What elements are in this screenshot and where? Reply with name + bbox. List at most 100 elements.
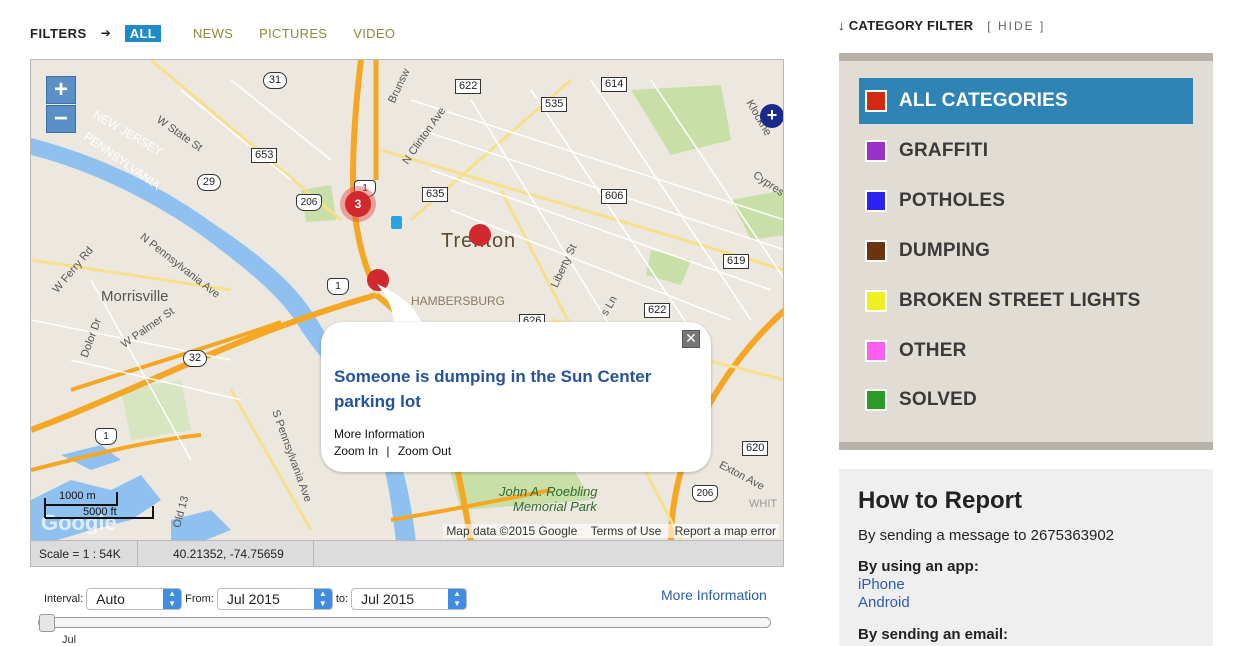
route-shield: 29 [197,174,221,191]
scale-bar: 1000 m 5000 ft [43,490,155,522]
route-shield: 653 [251,148,278,163]
category-filter-panel: ALL CATEGORIES GRAFFITI POTHOLES DUMPING… [839,53,1213,450]
category-label: DUMPING [899,240,991,261]
route-shield: 206 [692,485,718,502]
popup-links: More Information Zoom In | Zoom Out [334,426,451,460]
how-to-report-panel: How to Report By sending a message to 26… [839,469,1213,646]
tab-pictures[interactable]: PICTURES [259,26,327,41]
status-divider [137,541,138,566]
to-label: to: [335,593,349,605]
status-divider [313,541,314,566]
category-item-all[interactable]: ALL CATEGORIES [859,78,1193,124]
report-map-error-link[interactable]: Report a map error [675,524,776,538]
select-arrows-icon: ▲ ▼ [163,589,182,609]
map-status-bar: Scale = 1 : 54K 40.21352, -74.75659 [30,541,784,567]
category-item-solved[interactable]: SOLVED [859,377,1193,423]
category-filter-title: CATEGORY FILTER [848,18,974,33]
marker-cluster[interactable]: 3 [340,186,376,222]
map-attribution: Map data ©2015 Google Terms of Use Repor… [443,524,779,538]
more-information-link[interactable]: More Information [661,587,767,603]
time-slider[interactable] [38,614,771,632]
area-label-hambersburg: HAMBERSBURG [411,294,506,308]
route-shield: 206 [296,194,322,211]
map-marker[interactable] [469,224,491,246]
map[interactable]: + − Trenton Morrisville HAMBERSBURG NEW … [30,59,784,541]
category-swatch [865,389,887,411]
hide-category-filter-button[interactable]: [ HIDE ] [987,19,1045,33]
select-arrows-icon: ▲ ▼ [313,589,332,609]
route-shield: 32 [183,350,207,367]
filter-bar: FILTERS ➔ ALL NEWS PICTURES VIDEO [30,24,421,42]
popup-separator: | [386,444,390,458]
park-label-line1: John A. Roebling [499,484,598,499]
category-label: POTHOLES [899,190,1006,211]
transit-icon [391,216,402,229]
interval-select[interactable]: Auto ▲ ▼ [86,588,183,610]
category-swatch [865,140,887,162]
close-icon[interactable]: ✕ [682,330,700,348]
from-label: From: [185,593,214,605]
category-label: ALL CATEGORIES [899,90,1068,111]
category-label: SOLVED [899,389,977,410]
city-label-morrisville: Morrisville [101,288,169,305]
slider-handle[interactable] [39,614,55,632]
map-coordinates-readout: 40.21352, -74.75659 [173,547,284,561]
scale-feet: 5000 ft [83,506,117,518]
iphone-app-link[interactable]: iPhone [858,576,1194,594]
zoom-in-button[interactable]: + [46,76,76,104]
info-popup: ✕ Someone is dumping in the Sun Center p… [321,322,711,472]
route-shield: 622 [455,79,482,94]
sms-instructions: By sending a message to 2675363902 [858,527,1115,544]
app-heading: By using an app: [858,558,979,575]
street-label: WHIT [749,498,778,510]
android-app-link[interactable]: Android [858,594,1194,612]
slider-tick-label: Jul [62,634,77,646]
interval-value: Auto [96,591,125,607]
map-data-credit: Map data ©2015 Google [446,524,578,538]
tab-news[interactable]: NEWS [193,26,233,41]
category-label: GRAFFITI [899,140,989,161]
scale-meters: 1000 m [59,490,96,502]
route-shield: 635 [422,187,449,202]
interval-label: Interval: [44,593,84,605]
arrow-down-icon: ↓ [838,18,845,33]
category-item-graffiti[interactable]: GRAFFITI [859,128,1193,174]
how-to-report-title: How to Report [858,487,1022,514]
tab-all[interactable]: ALL [124,24,161,42]
map-scale-readout: Scale = 1 : 54K [39,547,121,561]
route-shield: 620 [742,441,769,456]
email-heading: By sending an email: [858,626,1009,643]
category-swatch [865,340,887,362]
category-item-potholes[interactable]: POTHOLES [859,178,1193,224]
park-label-line2: Memorial Park [513,499,597,514]
interstate-shield: 1 [327,278,349,295]
tab-video[interactable]: VIDEO [353,26,395,41]
select-arrows-icon: ▲ ▼ [448,589,467,609]
interval-controls: Interval: Auto ▲ ▼ From: Jul 2015 ▲ ▼ to: … [44,588,470,610]
category-item-broken-street-lights[interactable]: BROKEN STREET LIGHTS [859,278,1193,324]
popup-more-info-link[interactable]: More Information [334,427,425,441]
route-shield: 31 [263,72,287,89]
terms-of-use-link[interactable]: Terms of Use [591,524,662,538]
category-item-other[interactable]: OTHER [859,328,1193,374]
to-date-select[interactable]: Jul 2015 ▲ ▼ [351,588,468,610]
route-shield: 619 [723,254,750,269]
route-shield: 614 [601,77,628,92]
from-date-value: Jul 2015 [226,591,280,607]
route-shield: 606 [601,189,628,204]
category-swatch [865,190,887,212]
popup-zoom-in-link[interactable]: Zoom In [334,444,378,458]
interstate-shield: 1 [95,428,117,445]
route-shield: 535 [541,97,568,112]
cluster-count: 3 [345,191,371,217]
plus-icon[interactable]: + [760,104,783,128]
category-filter-heading: ↓ CATEGORY FILTER [ HIDE ] [838,18,1045,33]
popup-zoom-out-link[interactable]: Zoom Out [398,444,451,458]
to-date-value: Jul 2015 [361,591,415,607]
category-label: BROKEN STREET LIGHTS [899,290,1141,311]
from-date-select[interactable]: Jul 2015 ▲ ▼ [216,588,333,610]
zoom-out-button[interactable]: − [46,105,76,133]
category-swatch [865,240,887,262]
route-shield: 622 [644,303,671,318]
category-item-dumping[interactable]: DUMPING [859,228,1193,274]
